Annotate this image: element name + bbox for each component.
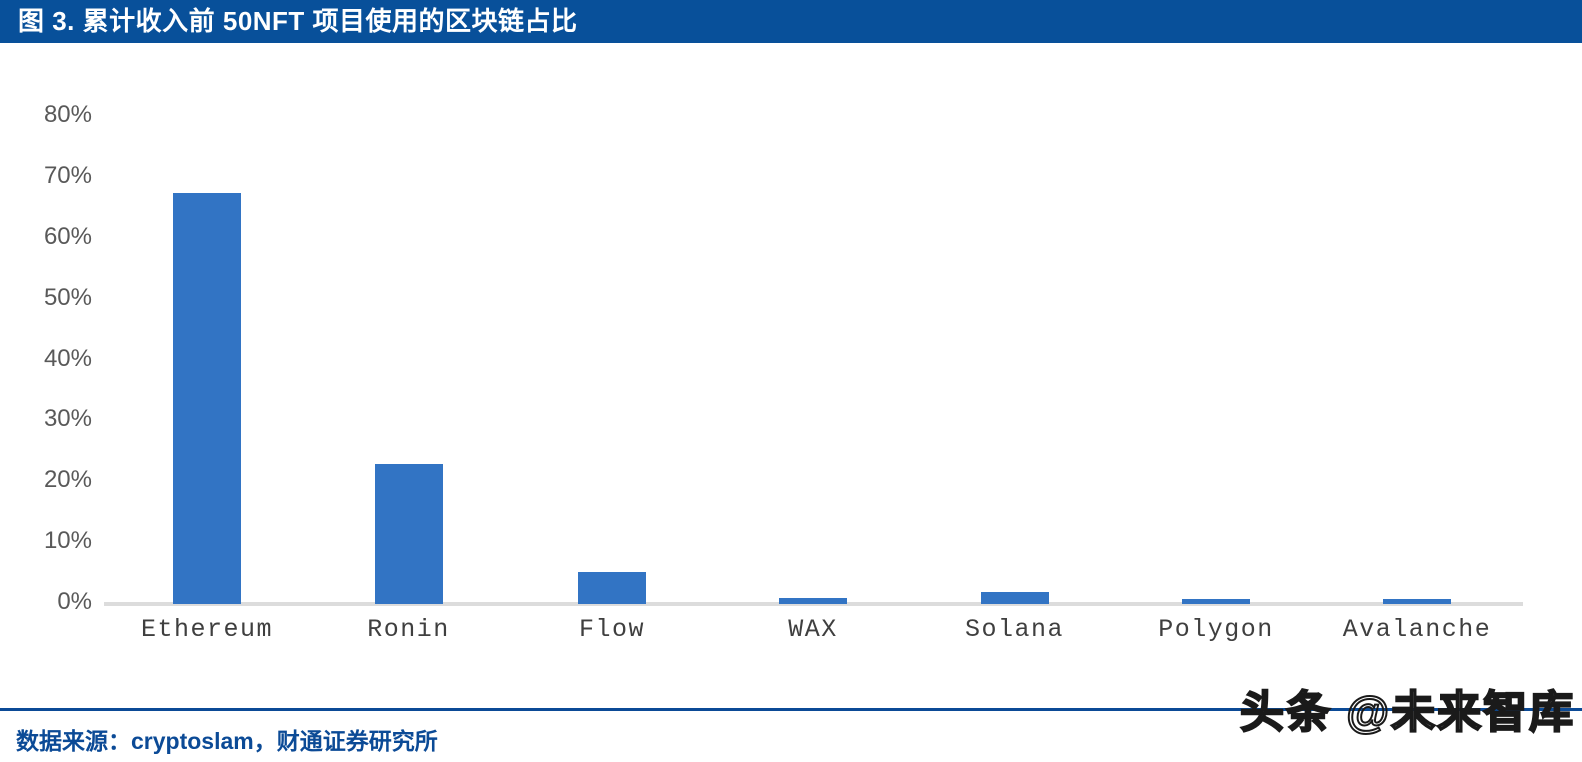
x-axis-tick-label-polygon: Polygon bbox=[1158, 615, 1274, 644]
x-axis-tick-label-ethereum: Ethereum bbox=[140, 615, 274, 644]
x-axis-tick-label-wax: WAX bbox=[788, 615, 838, 644]
chart-header-bar: 图 3. 累计收入前 50NFT 项目使用的区块链占比 bbox=[0, 0, 1582, 43]
bar-ronin[interactable] bbox=[374, 464, 443, 604]
x-axis-tick-label-solana: Solana bbox=[964, 615, 1065, 644]
x-axis-tick-label-avalanche: Avalanche bbox=[1342, 615, 1492, 644]
chart-plot-region: 0% 10% 20% 30% 40% 50% 60% 70% 80% Ethereum Ronin… bbox=[0, 43, 1582, 698]
bar-series bbox=[0, 43, 1582, 604]
bar-wax[interactable] bbox=[779, 597, 847, 604]
x-axis-tick-label-flow: Flow bbox=[578, 615, 646, 644]
bar-polygon[interactable] bbox=[1182, 599, 1250, 604]
bar-solana[interactable] bbox=[980, 591, 1049, 604]
source-note: 数据来源：cryptoslam，财通证券研究所 bbox=[16, 728, 438, 754]
footer-divider bbox=[0, 708, 1582, 711]
bar-avalanche[interactable] bbox=[1383, 599, 1451, 604]
x-axis-tick-label-ronin: Ronin bbox=[367, 615, 450, 644]
bar-ethereum[interactable] bbox=[173, 193, 241, 604]
bar-flow[interactable] bbox=[578, 572, 646, 604]
chart-title: 图 3. 累计收入前 50NFT 项目使用的区块链占比 bbox=[18, 6, 578, 36]
